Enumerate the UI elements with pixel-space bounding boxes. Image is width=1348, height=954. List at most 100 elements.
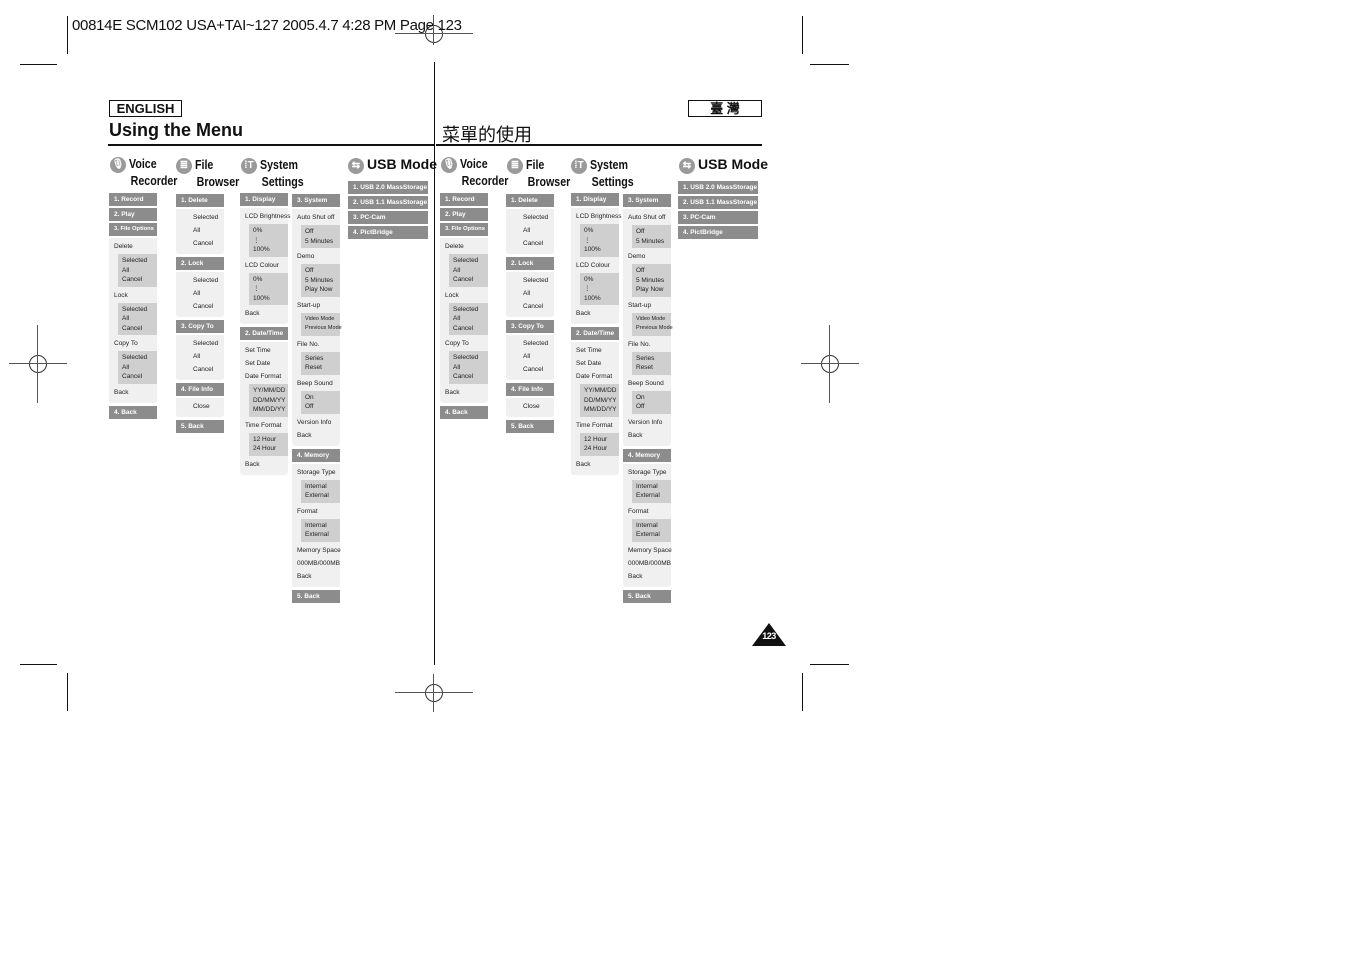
option[interactable]: Selected	[176, 274, 224, 287]
option[interactable]: Cancel	[506, 363, 554, 376]
option[interactable]: Selected	[506, 211, 554, 224]
usb-item[interactable]: 3. PC-Cam	[678, 211, 758, 224]
usb-item[interactable]: 4. PictBridge	[348, 226, 428, 239]
usb-item[interactable]: 3. PC-Cam	[348, 211, 428, 224]
menu-item[interactable]: Auto Shut off	[623, 211, 671, 224]
option[interactable]: External	[636, 530, 671, 540]
option[interactable]: 100%	[253, 245, 288, 255]
menu-item[interactable]: Format	[292, 505, 340, 518]
menu-item[interactable]: LCD Colour	[571, 259, 619, 272]
option[interactable]: 24 Hour	[584, 444, 619, 454]
option[interactable]: DD/MM/YY	[584, 396, 619, 406]
menu-item[interactable]: Time Format	[240, 419, 288, 432]
menu-item[interactable]: Storage Type	[292, 466, 340, 479]
menu-item[interactable]: Delete	[440, 240, 488, 253]
menu-display[interactable]: 1. Display	[571, 193, 619, 206]
option[interactable]: 0%	[253, 275, 288, 285]
option[interactable]: External	[305, 491, 340, 501]
option[interactable]: Cancel	[176, 363, 224, 376]
menu-item[interactable]: Set Date	[240, 357, 288, 370]
option[interactable]: Selected	[506, 274, 554, 287]
menu-item[interactable]: Start-up	[292, 299, 340, 312]
menu-file-info[interactable]: 4. File Info	[506, 383, 554, 396]
menu-item[interactable]: Demo	[292, 250, 340, 263]
menu-back[interactable]: 5. Back	[623, 589, 671, 603]
option[interactable]: MM/DD/YY	[584, 405, 619, 415]
option[interactable]: Reset	[305, 363, 340, 373]
option[interactable]: 5 Minutes	[636, 237, 671, 247]
option[interactable]: Series	[305, 354, 340, 364]
option[interactable]: Selected	[453, 256, 488, 266]
menu-item[interactable]: LCD Colour	[240, 259, 288, 272]
menu-item[interactable]: Back	[571, 458, 619, 471]
option[interactable]: All	[122, 266, 157, 276]
option[interactable]: All	[122, 314, 157, 324]
menu-item[interactable]: Back	[623, 570, 671, 583]
menu-item[interactable]: Back	[440, 386, 488, 399]
usb-item[interactable]: 2. USB 1.1 MassStorage	[678, 196, 758, 209]
option[interactable]: Cancel	[122, 275, 157, 285]
option[interactable]: Selected	[122, 353, 157, 363]
option[interactable]: Cancel	[176, 237, 224, 250]
menu-item[interactable]: Date Format	[240, 370, 288, 383]
option[interactable]: 24 Hour	[253, 444, 288, 454]
option[interactable]: Off	[636, 266, 671, 276]
menu-system[interactable]: 3. System	[623, 194, 671, 207]
option[interactable]: Cancel	[506, 300, 554, 313]
option[interactable]: All	[176, 350, 224, 363]
menu-item[interactable]: Time Format	[571, 419, 619, 432]
option[interactable]: Cancel	[122, 372, 157, 382]
menu-display[interactable]: 1. Display	[240, 193, 288, 206]
option[interactable]: Selected	[453, 353, 488, 363]
option[interactable]: All	[176, 224, 224, 237]
menu-item[interactable]: Beep Sound	[623, 377, 671, 390]
menu-item[interactable]: Date Format	[571, 370, 619, 383]
menu-item[interactable]: Back	[571, 307, 619, 320]
menu-back[interactable]: 5. Back	[506, 420, 554, 433]
menu-record[interactable]: 1. Record	[109, 193, 157, 206]
option[interactable]: Selected	[506, 337, 554, 350]
usb-item[interactable]: 1. USB 2.0 MassStorage	[678, 181, 758, 194]
option[interactable]: All	[506, 350, 554, 363]
menu-item[interactable]: Back	[109, 386, 157, 399]
menu-system[interactable]: 3. System	[292, 194, 340, 207]
option[interactable]: All	[506, 224, 554, 237]
option[interactable]: Video Mode	[636, 315, 671, 325]
option[interactable]: 5 Minutes	[305, 237, 340, 247]
menu-record[interactable]: 1. Record	[440, 193, 488, 206]
option[interactable]: Internal	[305, 521, 340, 531]
menu-item[interactable]: Version Info	[292, 416, 340, 429]
menu-memory[interactable]: 4. Memory	[292, 448, 340, 462]
option[interactable]: Series	[636, 354, 671, 364]
menu-date-time[interactable]: 2. Date/Time	[240, 327, 288, 340]
option[interactable]: Selected	[453, 305, 488, 315]
option[interactable]: Off	[305, 266, 340, 276]
menu-play[interactable]: 2. Play	[109, 208, 157, 221]
option[interactable]: Selected	[176, 211, 224, 224]
option[interactable]: Cancel	[453, 372, 488, 382]
option[interactable]: Close	[176, 400, 224, 413]
menu-back[interactable]: 4. Back	[440, 405, 488, 419]
option[interactable]: Off	[305, 402, 340, 412]
menu-item[interactable]: Memory Space	[623, 544, 672, 557]
menu-item[interactable]: File No.	[623, 338, 671, 351]
option[interactable]: 5 Minutes	[636, 276, 671, 286]
menu-item[interactable]: Version Info	[623, 416, 671, 429]
option[interactable]: All	[453, 314, 488, 324]
option[interactable]: YY/MM/DD	[584, 386, 619, 396]
menu-item[interactable]: LCD Brightness	[571, 210, 622, 223]
option[interactable]: 0%	[253, 226, 288, 236]
option[interactable]: Play Now	[305, 285, 340, 295]
menu-delete[interactable]: 1. Delete	[506, 194, 554, 207]
menu-file-options[interactable]: 3. File Options	[440, 223, 488, 236]
menu-item[interactable]: Back	[292, 570, 340, 583]
menu-memory[interactable]: 4. Memory	[623, 448, 671, 462]
option[interactable]: 12 Hour	[253, 435, 288, 445]
menu-item[interactable]: Lock	[440, 289, 488, 302]
usb-item[interactable]: 4. PictBridge	[678, 226, 758, 239]
option[interactable]: Selected	[176, 337, 224, 350]
option[interactable]: MM/DD/YY	[253, 405, 288, 415]
option[interactable]: External	[636, 491, 671, 501]
option[interactable]: 0%	[584, 275, 619, 285]
option[interactable]: Cancel	[122, 324, 157, 334]
